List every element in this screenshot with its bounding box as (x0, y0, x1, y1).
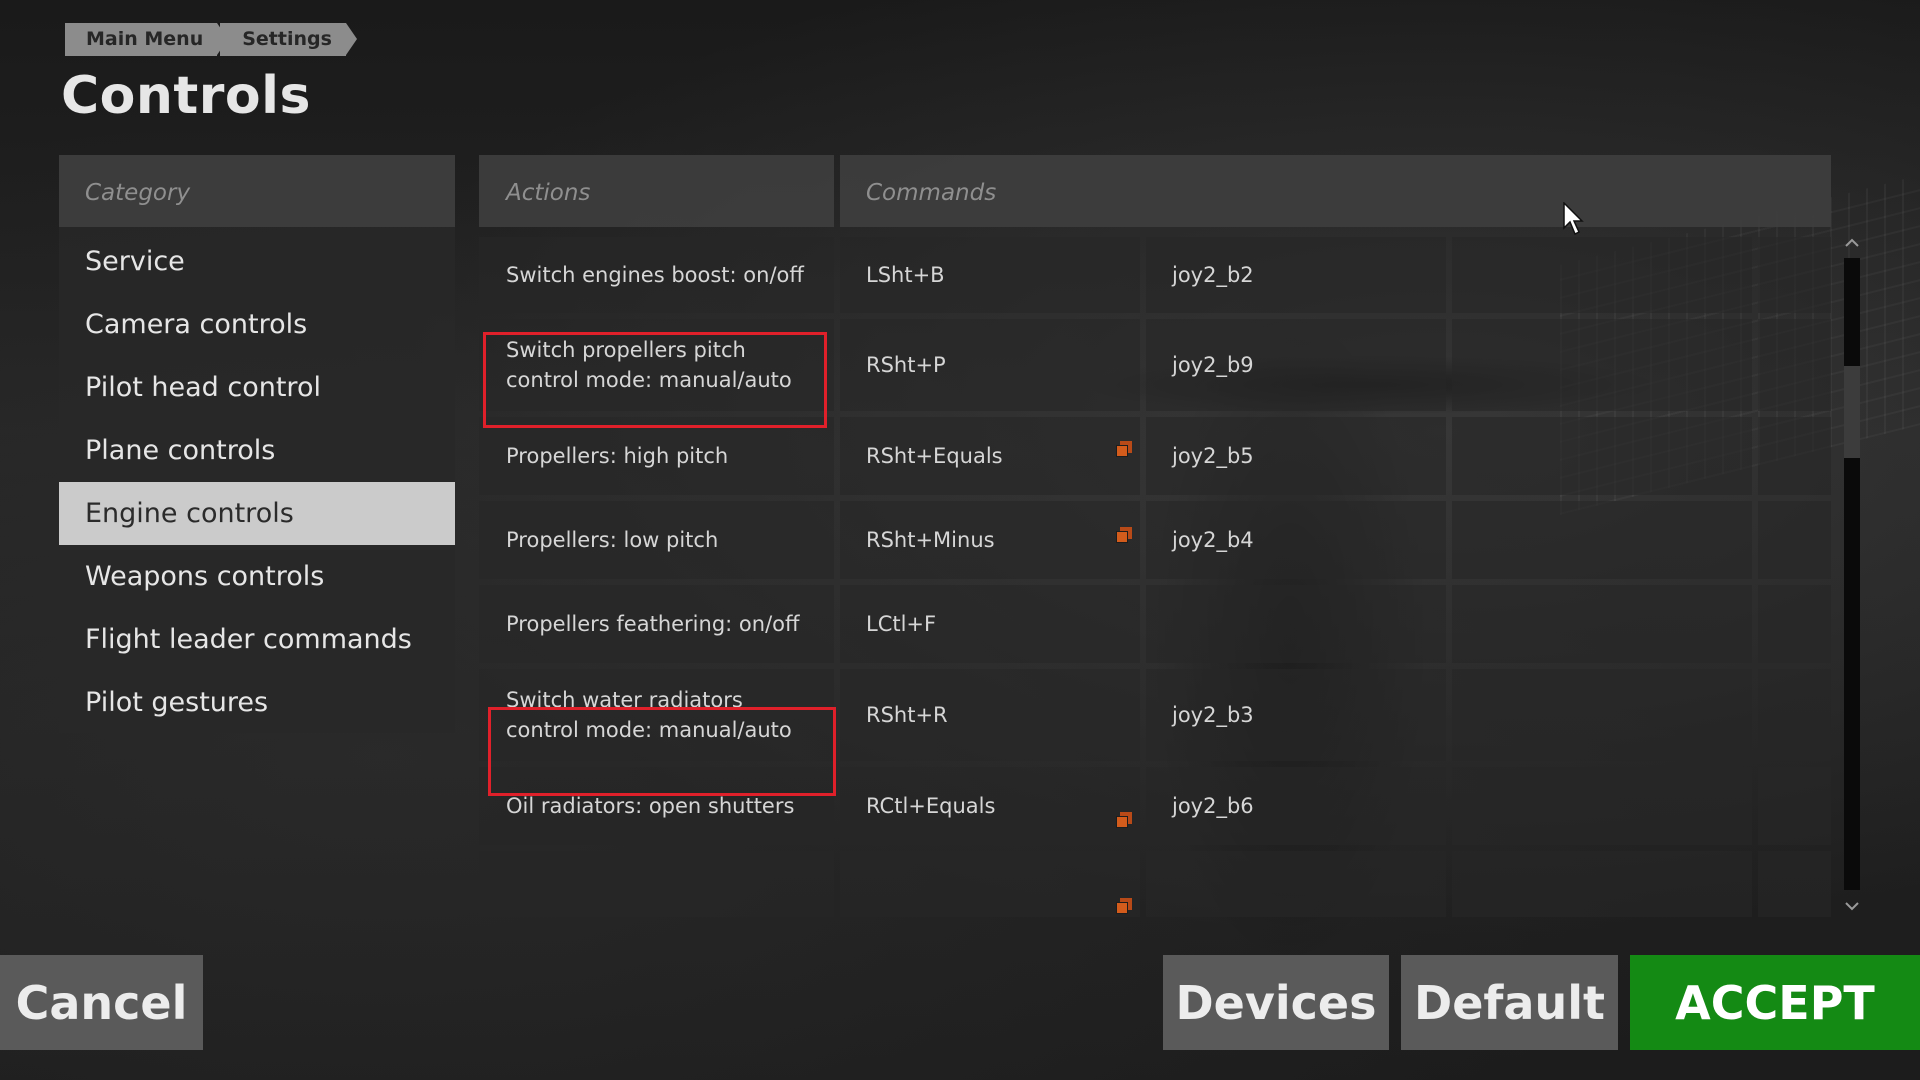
modifier-icon[interactable] (1116, 812, 1132, 828)
empty-binding-cell[interactable] (1452, 767, 1752, 845)
actions-header: Actions (479, 155, 834, 227)
category-item-camera-controls[interactable]: Camera controls (59, 293, 455, 356)
empty-binding-cell[interactable] (1452, 319, 1752, 411)
bindings-table: Switch engines boost: on/off LSht+B joy2… (479, 237, 1831, 917)
category-item-pilot-head-control[interactable]: Pilot head control (59, 356, 455, 419)
table-row: Propellers: low pitch RSht+Minus joy2_b4 (479, 501, 1831, 579)
empty-binding-cell[interactable] (1758, 669, 1831, 761)
action-cell[interactable]: Propellers: low pitch (479, 501, 834, 579)
key-binding-cell[interactable]: RCtl+Equals (840, 767, 1140, 845)
default-button[interactable]: Default (1401, 955, 1618, 1050)
breadcrumb-main-menu[interactable]: Main Menu (65, 23, 229, 56)
table-row: Switch water radiators control mode: man… (479, 669, 1831, 761)
joystick-binding-cell[interactable]: joy2_b6 (1146, 767, 1446, 845)
category-header: Category (59, 155, 455, 227)
key-binding-cell[interactable]: RSht+P (840, 319, 1140, 411)
table-row: Propellers feathering: on/off LCtl+F (479, 585, 1831, 663)
scrollbar-track[interactable] (1844, 258, 1860, 890)
key-binding-cell[interactable] (840, 851, 1140, 917)
category-panel: Category Service Camera controls Pilot h… (59, 155, 455, 733)
empty-binding-cell[interactable] (1452, 417, 1752, 495)
joystick-binding-cell[interactable]: joy2_b3 (1146, 669, 1446, 761)
empty-binding-cell[interactable] (1758, 319, 1831, 411)
category-list: Service Camera controls Pilot head contr… (59, 227, 455, 734)
modifier-icon[interactable] (1116, 527, 1132, 543)
key-binding-cell[interactable]: RSht+Equals (840, 417, 1140, 495)
category-item-plane-controls[interactable]: Plane controls (59, 419, 455, 482)
category-item-pilot-gestures[interactable]: Pilot gestures (59, 671, 455, 734)
joystick-binding-cell[interactable] (1146, 851, 1446, 917)
action-cell[interactable]: Oil radiators: open shutters (479, 767, 834, 845)
key-binding-cell[interactable]: RSht+Minus (840, 501, 1140, 579)
chevron-down-icon[interactable] (1842, 898, 1862, 914)
category-item-engine-controls[interactable]: Engine controls (59, 482, 455, 545)
chevron-up-icon[interactable] (1842, 235, 1862, 251)
scrollbar-thumb[interactable] (1844, 366, 1860, 458)
breadcrumb: Main Menu Settings (65, 23, 357, 56)
key-binding-cell[interactable]: RSht+R (840, 669, 1140, 761)
empty-binding-cell[interactable] (1452, 669, 1752, 761)
joystick-binding-cell[interactable]: joy2_b9 (1146, 319, 1446, 411)
table-row: Propellers: high pitch RSht+Equals joy2_… (479, 417, 1831, 495)
page-title: Controls (61, 66, 311, 126)
empty-binding-cell[interactable] (1758, 501, 1831, 579)
empty-binding-cell[interactable] (1758, 417, 1831, 495)
joystick-binding-cell[interactable]: joy2_b4 (1146, 501, 1446, 579)
action-cell[interactable]: Switch engines boost: on/off (479, 237, 834, 313)
category-item-service[interactable]: Service (59, 230, 455, 293)
breadcrumb-settings[interactable]: Settings (220, 23, 357, 56)
empty-binding-cell[interactable] (1758, 767, 1831, 845)
action-cell[interactable]: Propellers: high pitch (479, 417, 834, 495)
action-cell[interactable]: Switch propellers pitch control mode: ma… (479, 319, 834, 411)
table-row: Switch engines boost: on/off LSht+B joy2… (479, 237, 1831, 313)
empty-binding-cell[interactable] (1758, 237, 1831, 313)
action-cell[interactable]: Switch water radiators control mode: man… (479, 669, 834, 761)
category-item-weapons-controls[interactable]: Weapons controls (59, 545, 455, 608)
empty-binding-cell[interactable] (1452, 501, 1752, 579)
table-row (479, 851, 1831, 917)
cancel-button[interactable]: Cancel (0, 955, 203, 1050)
table-row: Switch propellers pitch control mode: ma… (479, 319, 1831, 411)
empty-binding-cell[interactable] (1452, 851, 1752, 917)
commands-header: Commands (840, 155, 1831, 227)
key-binding-cell[interactable]: LCtl+F (840, 585, 1140, 663)
empty-binding-cell[interactable] (1452, 237, 1752, 313)
empty-binding-cell[interactable] (1452, 585, 1752, 663)
modifier-icon[interactable] (1116, 441, 1132, 457)
action-cell[interactable] (479, 851, 834, 917)
table-row: Oil radiators: open shutters RCtl+Equals… (479, 767, 1831, 845)
action-cell[interactable]: Propellers feathering: on/off (479, 585, 834, 663)
mouse-cursor-icon (1563, 202, 1584, 236)
modifier-icon[interactable] (1116, 898, 1132, 914)
empty-binding-cell[interactable] (1758, 851, 1831, 917)
joystick-binding-cell[interactable] (1146, 585, 1446, 663)
devices-button[interactable]: Devices (1163, 955, 1389, 1050)
category-item-flight-leader-commands[interactable]: Flight leader commands (59, 608, 455, 671)
joystick-binding-cell[interactable]: joy2_b5 (1146, 417, 1446, 495)
key-binding-cell[interactable]: LSht+B (840, 237, 1140, 313)
joystick-binding-cell[interactable]: joy2_b2 (1146, 237, 1446, 313)
accept-button[interactable]: ACCEPT (1630, 955, 1920, 1050)
empty-binding-cell[interactable] (1758, 585, 1831, 663)
